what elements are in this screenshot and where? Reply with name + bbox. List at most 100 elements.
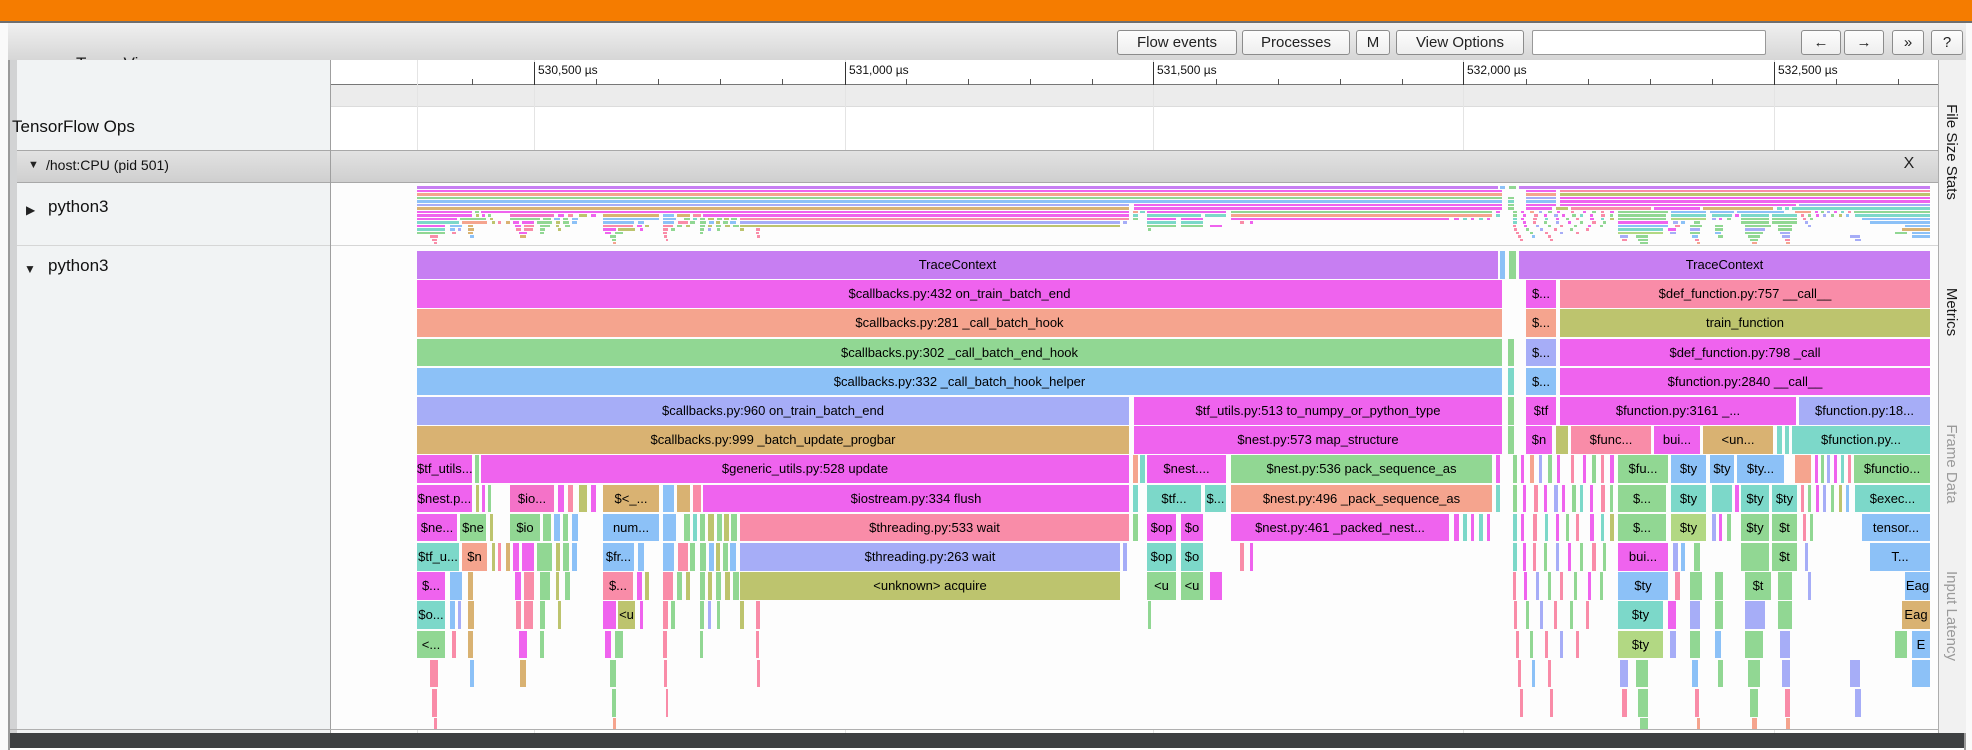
sidebar-tab-frame-data[interactable]: Frame Data	[1943, 424, 1960, 503]
flame-segment[interactable]	[1895, 630, 1907, 659]
sidebar-tab-input-latency[interactable]: Input Latency	[1943, 571, 1960, 661]
flame-segment[interactable]	[1566, 513, 1569, 542]
flame-segment[interactable]	[519, 630, 527, 659]
flame-segment[interactable]	[540, 572, 550, 600]
flame-segment[interactable]	[1620, 659, 1628, 688]
flame-segment[interactable]	[1523, 484, 1526, 513]
flame-segment[interactable]: $io...	[510, 484, 554, 513]
flame-segment[interactable]	[1123, 543, 1127, 571]
flame-segment[interactable]	[700, 601, 704, 629]
flame-segment[interactable]	[709, 543, 714, 571]
flame-segment[interactable]: $o...	[417, 601, 445, 629]
flame-segment[interactable]	[1590, 484, 1593, 513]
flame-segment[interactable]: $function.py:18...	[1799, 397, 1930, 425]
flame-segment[interactable]	[1715, 572, 1723, 600]
flame-segment[interactable]: bui...	[1654, 426, 1700, 454]
flame-segment[interactable]: $ty	[1741, 513, 1769, 542]
flame-segment[interactable]	[637, 572, 642, 600]
flame-segment[interactable]	[716, 543, 720, 571]
flame-segment[interactable]	[490, 513, 493, 542]
flame-segment[interactable]	[733, 572, 739, 600]
flame-segment[interactable]: $nest.p...	[417, 484, 472, 513]
flame-segment[interactable]	[1508, 426, 1514, 454]
flame-segment[interactable]	[1808, 572, 1811, 600]
flame-segment[interactable]	[498, 543, 501, 571]
flame-segment[interactable]	[1240, 543, 1244, 571]
flame-segment[interactable]	[1133, 455, 1138, 483]
flame-segment[interactable]	[563, 513, 568, 542]
flame-segment[interactable]: $callbacks.py:302 _call_batch_end_hook	[417, 338, 1502, 367]
flame-segment[interactable]: Eag	[1905, 572, 1930, 600]
sidebar-tab-file-size-stats[interactable]: File Size Stats	[1943, 104, 1960, 200]
flame-segment[interactable]	[664, 659, 667, 688]
flame-segment[interactable]	[700, 513, 705, 542]
flame-segment[interactable]	[1133, 484, 1138, 513]
search-input[interactable]	[1532, 30, 1766, 55]
thread-label-collapsed[interactable]: python3	[48, 197, 109, 217]
flame-segment[interactable]	[1479, 513, 1483, 542]
flame-segment[interactable]: $ty	[1741, 484, 1769, 513]
flame-segment[interactable]: $callbacks.py:960 on_train_batch_end	[417, 397, 1129, 425]
flame-segment[interactable]	[1545, 513, 1548, 542]
flame-segment[interactable]	[693, 484, 701, 513]
flame-segment[interactable]	[708, 572, 712, 600]
flame-segment[interactable]	[1586, 601, 1589, 629]
flame-segment[interactable]	[516, 601, 521, 629]
flame-segment[interactable]	[1588, 572, 1591, 600]
flame-segment[interactable]	[1695, 689, 1699, 717]
flame-segment[interactable]: $tf_utils.py:513 to_numpy_or_python_type	[1134, 397, 1502, 425]
flame-segment[interactable]	[700, 543, 706, 571]
flame-segment[interactable]	[1778, 572, 1792, 600]
flame-segment[interactable]: <u	[618, 601, 635, 629]
flame-segment[interactable]	[1560, 572, 1563, 600]
flame-segment[interactable]: $ty	[1618, 572, 1668, 600]
left-scroll-strip[interactable]	[10, 60, 17, 733]
flame-segment[interactable]	[1568, 543, 1571, 571]
flame-segment[interactable]	[1681, 543, 1685, 571]
flame-segment[interactable]: $nest.py:573 map_structure	[1134, 426, 1502, 454]
metrics-toggle-button[interactable]: M	[1356, 30, 1390, 55]
flame-segment[interactable]	[1521, 513, 1524, 542]
flame-segment[interactable]	[677, 572, 682, 600]
flame-segment[interactable]	[520, 659, 526, 688]
flame-segment[interactable]	[693, 513, 697, 542]
flame-segment[interactable]	[565, 572, 570, 600]
flame-segment[interactable]	[1735, 484, 1739, 513]
flame-segment[interactable]	[1745, 601, 1765, 629]
flame-segment[interactable]	[1496, 455, 1500, 483]
flame-segment[interactable]: $tf...	[1147, 484, 1201, 513]
flame-segment[interactable]: $ty	[1671, 484, 1706, 513]
flame-segment[interactable]	[1533, 543, 1536, 571]
flame-segment[interactable]: E	[1912, 630, 1930, 659]
flame-segment[interactable]	[537, 543, 552, 571]
flame-segment[interactable]	[1487, 513, 1490, 542]
flame-segment[interactable]	[482, 484, 485, 513]
flame-segment[interactable]	[1668, 601, 1676, 629]
flame-segment[interactable]	[572, 543, 577, 571]
flame-segment[interactable]	[558, 601, 561, 629]
flame-segment[interactable]: $...	[1526, 280, 1556, 308]
flame-segment[interactable]	[1592, 543, 1596, 571]
flame-segment[interactable]	[671, 601, 675, 629]
flame-segment[interactable]	[1692, 659, 1698, 688]
flame-segment[interactable]	[700, 572, 705, 600]
flame-segment[interactable]	[663, 484, 674, 513]
flame-segment[interactable]: $ty	[1618, 601, 1663, 629]
flame-segment[interactable]	[434, 718, 437, 729]
flame-segment[interactable]	[1712, 513, 1716, 542]
flame-segment[interactable]	[1839, 484, 1842, 513]
flame-segment[interactable]	[1562, 484, 1565, 513]
zoom-out-arrow-button[interactable]: ←	[1801, 30, 1841, 55]
flame-segment[interactable]: $...	[1526, 338, 1556, 367]
thread-minimap[interactable]	[330, 186, 1938, 244]
flame-segment[interactable]	[1600, 572, 1603, 600]
flame-segment[interactable]: $t	[1745, 572, 1771, 600]
flame-segment[interactable]	[1745, 630, 1763, 659]
flame-segment[interactable]: $def_function.py:757 __call__	[1560, 280, 1930, 308]
flame-segment[interactable]	[1752, 718, 1757, 729]
flame-segment[interactable]	[1810, 513, 1813, 542]
flame-segment[interactable]	[1697, 718, 1700, 729]
flame-segment[interactable]	[1463, 513, 1467, 542]
flame-segment[interactable]	[568, 484, 573, 513]
flame-segment[interactable]	[1539, 455, 1542, 483]
